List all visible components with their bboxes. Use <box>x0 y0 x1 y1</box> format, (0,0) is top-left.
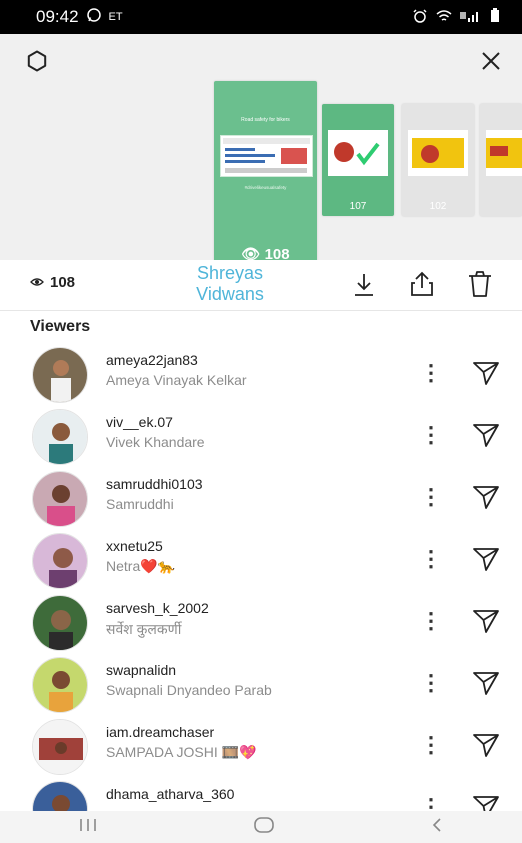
story-thumb-image <box>408 130 468 176</box>
whatsapp-icon <box>86 7 102 28</box>
avatar[interactable] <box>32 347 88 403</box>
avatar[interactable] <box>32 657 88 713</box>
status-bar: 09:42 ET <box>0 0 522 34</box>
back-icon[interactable] <box>430 816 444 839</box>
more-vertical-icon[interactable]: ⋮ <box>420 548 442 570</box>
avatar[interactable] <box>32 719 88 775</box>
more-vertical-icon[interactable]: ⋮ <box>420 610 442 632</box>
view-count[interactable]: 108 <box>30 274 75 291</box>
story-thumb-count: 107 <box>349 201 367 212</box>
viewer-row[interactable]: samruddhi0103 Samruddhi ⋮ <box>0 468 522 530</box>
send-icon[interactable] <box>472 360 500 391</box>
viewer-username[interactable]: viv__ek.07 <box>106 414 173 430</box>
story-thumb-hashtag: #drivelikeusualsafety <box>244 185 287 190</box>
send-icon[interactable] <box>472 732 500 763</box>
story-thumb-count: 102 <box>429 201 447 212</box>
story-thumb-title: Road safety for bikers <box>241 117 290 123</box>
viewer-full-name: Vivek Khandare <box>106 434 205 450</box>
send-icon[interactable] <box>472 484 500 515</box>
viewer-username[interactable]: ameya22jan83 <box>106 352 198 368</box>
viewer-username[interactable]: dhama_atharva_360 <box>106 786 234 802</box>
story-thumb-image <box>486 130 522 176</box>
viewer-row[interactable]: iam.dreamchaser SAMPADA JOSHI 🎞️💖 ⋮ <box>0 716 522 778</box>
signal-icon <box>460 9 482 26</box>
viewer-username[interactable]: samruddhi0103 <box>106 476 203 492</box>
viewer-row[interactable]: viv__ek.07 Vivek Khandare ⋮ <box>0 406 522 468</box>
share-icon[interactable] <box>408 268 436 300</box>
trash-icon[interactable] <box>466 268 494 300</box>
story-thumb-image <box>328 130 388 176</box>
divider <box>0 310 522 311</box>
story-thumbnail-2[interactable]: 107 <box>322 104 394 216</box>
viewer-full-name: Swapnali Dnyandeo Parab <box>106 682 272 698</box>
viewer-full-name: सर्वेश कुलकर्णी <box>106 621 182 637</box>
wifi-icon <box>436 9 452 26</box>
more-vertical-icon[interactable]: ⋮ <box>420 362 442 384</box>
viewer-full-name: Ameya Vinayak Kelkar <box>106 372 247 388</box>
more-vertical-icon[interactable]: ⋮ <box>420 424 442 446</box>
story-thumbnail-current[interactable]: Road safety for bikers #drivelikeusualsa… <box>214 81 317 271</box>
view-count-value: 108 <box>50 274 76 291</box>
viewer-username[interactable]: swapnalidn <box>106 662 176 678</box>
avatar[interactable] <box>32 533 88 589</box>
home-icon[interactable] <box>253 816 275 839</box>
avatar[interactable] <box>32 471 88 527</box>
more-vertical-icon[interactable]: ⋮ <box>420 672 442 694</box>
alarm-icon <box>412 8 428 26</box>
settings-icon[interactable] <box>24 48 50 74</box>
story-thumb-image <box>220 135 313 177</box>
battery-icon <box>490 8 500 26</box>
viewer-row[interactable]: sarvesh_k_2002 सर्वेश कुलकर्णी ⋮ <box>0 592 522 654</box>
viewer-username[interactable]: iam.dreamchaser <box>106 724 214 740</box>
clock: 09:42 <box>36 7 79 26</box>
send-icon[interactable] <box>472 422 500 453</box>
more-vertical-icon[interactable]: ⋮ <box>420 734 442 756</box>
close-icon[interactable] <box>478 48 504 74</box>
send-icon[interactable] <box>472 546 500 577</box>
story-action-row: 108 Shreyas Vidwans <box>0 260 522 310</box>
viewer-row[interactable]: xxnetu25 Netra❤️🐆 ⋮ <box>0 530 522 592</box>
carrier-label: ET <box>108 11 123 23</box>
story-thumbnail-4[interactable] <box>480 104 522 216</box>
avatar[interactable] <box>32 595 88 651</box>
viewer-full-name: Netra❤️🐆 <box>106 558 176 574</box>
viewers-heading: Viewers <box>30 318 91 335</box>
send-icon[interactable] <box>472 608 500 639</box>
viewer-full-name: Samruddhi <box>106 496 174 512</box>
download-icon[interactable] <box>350 270 378 300</box>
system-nav-bar <box>0 811 522 843</box>
send-icon[interactable] <box>472 670 500 701</box>
status-left: 09:42 ET <box>36 7 123 28</box>
avatar[interactable] <box>32 409 88 465</box>
status-icons <box>412 8 500 26</box>
viewer-username[interactable]: sarvesh_k_2002 <box>106 600 209 616</box>
viewer-row[interactable]: ameya22jan83 Ameya Vinayak Kelkar ⋮ <box>0 344 522 406</box>
story-thumbnail-3[interactable]: 102 <box>402 104 474 216</box>
eye-icon <box>30 274 44 291</box>
viewer-username[interactable]: xxnetu25 <box>106 538 163 554</box>
story-author-name: Shreyas Vidwans <box>196 263 264 304</box>
more-vertical-icon[interactable]: ⋮ <box>420 486 442 508</box>
story-preview-area: Road safety for bikers #drivelikeusualsa… <box>0 34 522 271</box>
viewer-full-name: SAMPADA JOSHI 🎞️💖 <box>106 744 257 760</box>
viewer-row[interactable]: swapnalidn Swapnali Dnyandeo Parab ⋮ <box>0 654 522 716</box>
recent-apps-icon[interactable] <box>78 817 98 838</box>
